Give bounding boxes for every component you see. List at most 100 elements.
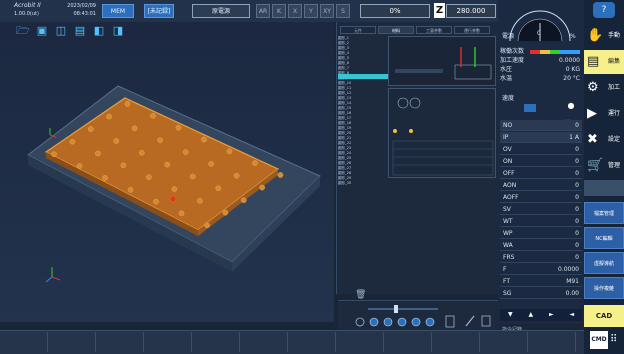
trash-icon[interactable]: 🗑 [355,290,367,300]
param-value: 0 [575,182,579,189]
cad-button[interactable]: CAD [584,305,624,327]
sidebar-label: 運行 [607,110,620,117]
workpiece-svg [27,85,321,283]
workpiece-hole [76,163,83,169]
workpiece-hole [240,197,247,203]
workpiece-hole [102,175,108,181]
workpiece-hole [233,172,240,179]
playback-svg [355,305,491,328]
tab-0[interactable]: 元件 [340,26,376,34]
bottom-segment[interactable] [192,332,240,352]
arrow-down-button[interactable]: ▼ [500,309,521,321]
arrow-up-button[interactable]: ▲ [521,309,542,321]
axis-button-x[interactable]: X [288,4,302,18]
mode-button[interactable]: MEM [102,4,134,18]
workpiece-hole [95,150,101,157]
3d-viewport[interactable] [0,22,334,322]
speed-button[interactable]: ● [566,101,576,111]
view-front-icon[interactable]: ▤ [73,25,87,37]
bottom-segment[interactable] [144,332,192,352]
status-value-2: 0.0000 [559,57,580,64]
param-key: NO [503,122,513,129]
tab-3[interactable]: 運行參數 [454,26,490,34]
progress-display: 0% [360,4,430,18]
bottom-segment[interactable] [480,332,528,352]
workpiece-hole [226,148,233,155]
arrow-right-button[interactable]: ► [541,309,562,321]
axis-button-k[interactable]: K [272,4,286,18]
workpiece-hole [252,160,258,166]
workpiece-hole [153,198,159,205]
axis-button-xy[interactable]: XY [320,4,334,18]
bottom-segment[interactable] [0,332,48,352]
param-key: SV [503,206,511,213]
workpiece-hole [215,185,222,192]
sidebar-spacer [584,180,624,196]
workpiece-hole [222,209,229,216]
axis-button-s[interactable]: S [336,4,350,18]
sidebar-3[interactable]: ▶ 運行 [584,102,624,126]
param-value: M91 [566,278,579,285]
side-button-1[interactable]: NC編輯 [584,227,624,249]
status-button[interactable]: 原電源 [192,4,250,18]
tree-selected-row[interactable] [338,74,388,79]
record-button[interactable]: [未記録] [144,4,174,18]
workpiece-hole [124,101,131,107]
param-row-ov: OV 0 [500,144,582,155]
bottom-segment[interactable] [528,332,576,352]
process-settings [388,88,496,178]
sidebar-1[interactable]: ▤ 編集 [584,50,624,74]
workpiece-hole [164,161,171,168]
param-value: 0 [575,218,579,225]
preview-svg [395,47,492,80]
side-button-2[interactable]: 虛擬導航 [584,252,624,274]
arrow-buttons: ▼ ▲ ► ◄ [500,309,582,321]
bottom-segment[interactable] [48,332,96,352]
tab-2[interactable]: 工藝參數 [416,26,452,34]
speed-slider-handle[interactable] [524,104,536,112]
side-button-3[interactable]: 操作複雜 [584,277,624,299]
sidebar-label: 管理 [607,162,620,169]
param-key: WP [503,230,513,237]
bottom-segment[interactable] [240,332,288,352]
gauge-unit-label: % [570,33,576,40]
open-folder-icon[interactable]: 🗁 [16,25,30,37]
save-icon[interactable]: ▣ [35,25,49,37]
bottom-segment[interactable] [96,332,144,352]
help-icon[interactable]: ? [593,2,615,18]
param-row-aon: AON 0 [500,180,582,191]
side-button-0[interactable]: 檔案管理 [584,202,624,224]
workpiece-hole [182,149,189,155]
view-side-icon[interactable]: ◧ [92,25,106,37]
bottom-segment[interactable] [432,332,480,352]
workpiece-hole [106,113,112,120]
z-axis-icon: Z [434,3,445,18]
axis-button-y[interactable]: Y [304,4,318,18]
bottom-segment[interactable] [384,332,432,352]
param-value: 0 [575,122,579,129]
axis-button-ar[interactable]: AR [256,4,270,18]
cmd-button[interactable]: CMD [590,331,608,349]
param-key: AON [503,182,517,189]
param-key: AOFF [503,194,519,201]
view-iso-icon[interactable]: ◫ [54,25,68,37]
workpiece-hole [69,138,76,145]
param-row-f: F 0.0000 [500,264,582,275]
bottom-segment[interactable] [288,332,336,352]
param-key: OV [503,146,512,153]
param-key: FRS [503,254,515,261]
param-key: FT [503,278,511,285]
grid-icon[interactable]: ⠿ [610,331,622,349]
sidebar-5[interactable]: 🛒 管理 [584,154,624,178]
arrow-left-button[interactable]: ◄ [562,309,583,321]
sidebar-2[interactable]: ⚙ 加工 [584,76,624,100]
view-top-icon[interactable]: ◨ [111,25,125,37]
tree-item[interactable]: 圖形_30 [338,181,388,186]
bottom-segment[interactable] [336,332,384,352]
tab-1[interactable]: 材料 [378,26,414,34]
workpiece-hole [259,184,265,191]
param-key: WT [503,218,513,225]
param-row-aoff: AOFF 0 [500,192,582,203]
sidebar-0[interactable]: ✋ 手動 [584,24,624,48]
sidebar-4[interactable]: ✖ 設定 [584,128,624,152]
